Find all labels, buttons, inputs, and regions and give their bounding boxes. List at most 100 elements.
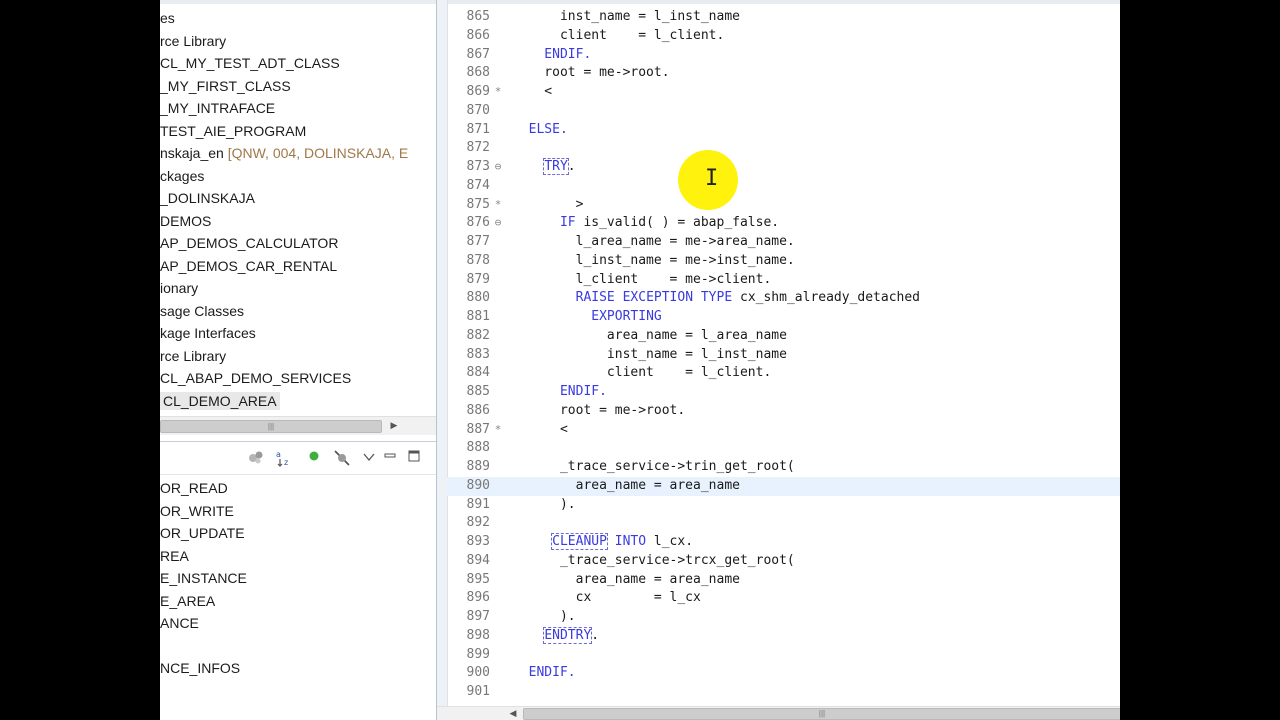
line-number: 882 [466, 327, 490, 343]
code-token: cx = l_cx [513, 590, 701, 606]
code-line[interactable]: 865 inst_name = l_inst_name [447, 8, 1120, 27]
line-number: 876 [466, 215, 490, 231]
line-number: 897 [466, 609, 490, 624]
line-number: 878 [466, 252, 490, 268]
code-line[interactable]: 883 inst_name = l_inst_name [447, 346, 1120, 365]
tree-item-label: ionary [160, 280, 199, 296]
tree-item-label: DEMOS [160, 212, 212, 229]
code-token: . [591, 627, 600, 643]
tree-item-decoration: [QNW, 004, DOLINSKAJA, E [227, 145, 409, 161]
tree-item-label: _MY_FIRST_CLASS [160, 77, 291, 94]
code-text: ). [513, 496, 576, 515]
editor-horizontal-scrollbar[interactable]: ◀ ||| [437, 706, 1120, 720]
keyword-token: TRY [543, 158, 569, 175]
code-lines[interactable]: 865 inst_name = l_inst_name 866 client = … [447, 8, 1120, 702]
code-line[interactable]: 876 ⊖ IF is_valid( ) = abap_false. [447, 214, 1120, 233]
hide-fields-icon[interactable] [332, 448, 352, 468]
code-line[interactable]: 889 _trace_service->trin_get_root( [447, 458, 1120, 477]
code-text: client = l_client. [513, 27, 724, 46]
code-line[interactable]: 873 ⊖ TRY. [447, 158, 1120, 177]
line-number: 889 [466, 459, 490, 474]
line-number: 880 [466, 290, 490, 306]
code-line[interactable]: 888 [447, 439, 1120, 458]
code-line[interactable]: 890 area_name = area_name [447, 476, 1120, 496]
code-line[interactable]: 882 area_name = l_area_name [447, 327, 1120, 346]
code-line[interactable]: 884 client = l_client. [447, 364, 1120, 383]
editor-tab-strip [437, 0, 1120, 4]
code-line[interactable]: 879 l_client = me->client. [447, 271, 1120, 290]
tree-item-label: rce Library [160, 32, 227, 49]
code-line[interactable]: 871 ELSE. [447, 121, 1120, 140]
code-token: ). [513, 496, 576, 512]
code-line[interactable]: 867 ENDIF. [447, 46, 1120, 65]
code-line[interactable]: 885 ENDIF. [447, 383, 1120, 402]
code-text: _trace_service->trin_get_root( [513, 458, 795, 477]
code-line[interactable]: 886 root = me->root. [447, 402, 1120, 421]
code-text: root = me->root. [513, 402, 685, 421]
code-line[interactable]: 881 EXPORTING [447, 308, 1120, 327]
code-line[interactable]: 892 [447, 514, 1120, 533]
public-filter-icon[interactable] [304, 448, 324, 468]
fold-toggle-icon[interactable]: ⊖ [491, 214, 505, 233]
code-token: root = me->root. [513, 65, 670, 81]
tree-item-label: AP_DEMOS_CAR_RENTAL [160, 257, 338, 274]
editor-hscroll-thumb[interactable]: ||| [523, 708, 1120, 720]
sort-az-icon[interactable]: az [275, 448, 295, 468]
code-text: _trace_service->trcx_get_root( [513, 552, 795, 571]
code-line[interactable]: 877 l_area_name = me->area_name. [447, 233, 1120, 252]
minimize-icon[interactable] [380, 448, 400, 468]
line-number: 866 [466, 27, 490, 43]
line-number: 890 [466, 477, 490, 493]
code-line[interactable]: 870 [447, 102, 1120, 121]
code-token: ). [513, 609, 576, 624]
code-line[interactable]: 899 [447, 646, 1120, 665]
maximize-icon[interactable] [404, 448, 424, 468]
line-number: 891 [466, 496, 490, 512]
code-text: RAISE EXCEPTION TYPE cx_shm_already_deta… [513, 289, 920, 308]
code-line[interactable]: 878 l_inst_name = me->inst_name. [447, 252, 1120, 271]
code-line[interactable]: 887 * < [447, 421, 1120, 440]
code-line[interactable]: 894 _trace_service->trcx_get_root( [447, 552, 1120, 571]
abap-code-editor[interactable]: 865 inst_name = l_inst_name 866 client = … [436, 0, 1120, 720]
code-line[interactable]: 869 * < [447, 83, 1120, 102]
tree-hscroll-thumb[interactable]: ||| [160, 420, 382, 433]
code-line[interactable]: 880 RAISE EXCEPTION TYPE cx_shm_already_… [447, 289, 1120, 308]
fold-toggle-icon[interactable]: ⊖ [491, 158, 505, 177]
code-text: l_client = me->client. [513, 271, 772, 290]
svg-text:a: a [276, 450, 281, 459]
scroll-left-icon[interactable]: ◀ [505, 708, 521, 719]
tree-item-label: kage Interfaces [160, 325, 256, 341]
view-menu-icon[interactable] [359, 448, 379, 468]
code-line[interactable]: 901 [447, 683, 1120, 702]
code-line[interactable]: 875 * > [447, 196, 1120, 215]
line-number: 899 [466, 646, 490, 662]
code-line[interactable]: 898 ENDTRY. [447, 626, 1120, 646]
code-token: is_valid( ) = abap_false. [575, 215, 780, 231]
line-marker: * [494, 85, 502, 98]
code-token: l_inst_name = me->inst_name. [513, 252, 795, 268]
code-line[interactable]: 872 [447, 139, 1120, 158]
code-line[interactable]: 897 ). [447, 608, 1120, 627]
scroll-right-icon[interactable]: ▶ [386, 420, 402, 431]
line-number: 884 [466, 365, 490, 381]
code-line[interactable]: 868 root = me->root. [447, 64, 1120, 83]
code-line[interactable]: 874 [447, 177, 1120, 196]
code-line[interactable]: 900 ENDIF. [447, 664, 1120, 683]
code-line[interactable]: 895 area_name = area_name [447, 571, 1120, 590]
line-number: 898 [466, 627, 490, 643]
code-token: cx_shm_already_detached [732, 290, 921, 306]
code-line[interactable]: 893 CLEANUP INTO l_cx. [447, 533, 1120, 552]
line-number: 886 [466, 402, 490, 418]
code-line[interactable]: 866 client = l_client. [447, 27, 1120, 46]
svg-text:z: z [284, 458, 288, 467]
code-line[interactable]: 896 cx = l_cx [447, 589, 1120, 608]
sort-members-icon[interactable] [246, 448, 266, 468]
code-text: area_name = area_name [513, 477, 740, 496]
code-text: l_area_name = me->area_name. [513, 233, 795, 252]
code-line[interactable]: 891 ). [447, 496, 1120, 515]
